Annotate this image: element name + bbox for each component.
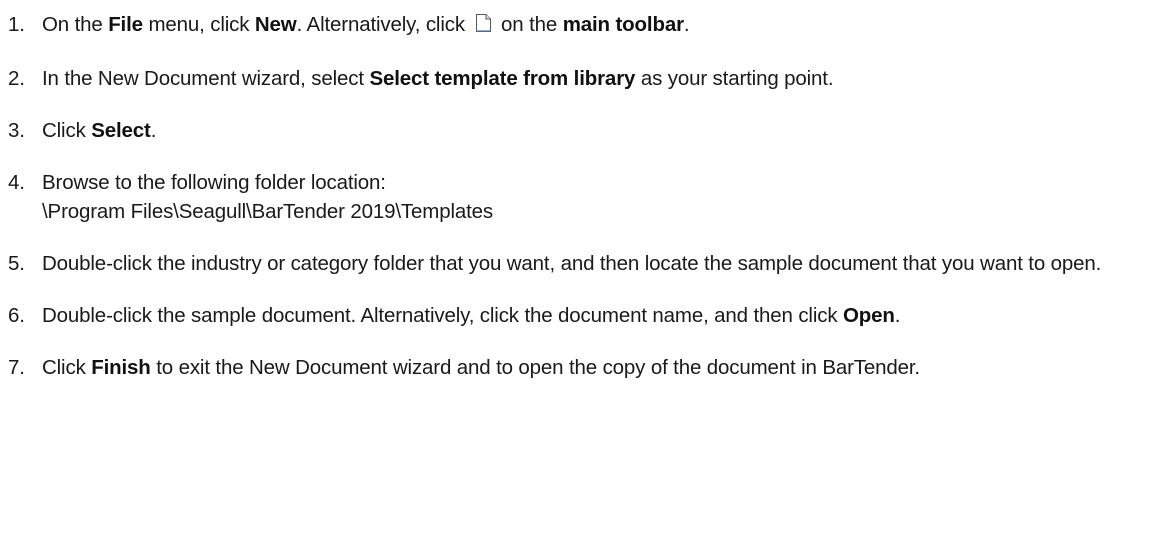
step-number: 2. <box>8 67 25 90</box>
step-5: 5. Double-click the industry or category… <box>8 249 1168 278</box>
command-name: New <box>254 13 297 36</box>
step-number: 5. <box>8 252 25 275</box>
step-3: 3. Click Select. <box>8 116 1168 145</box>
step-number: 6. <box>8 304 25 327</box>
step-1: 1. On the File menu, click New. Alternat… <box>8 10 1168 41</box>
button-name: Finish <box>91 356 151 379</box>
option-name: Select template from library <box>369 67 636 90</box>
new-document-icon <box>475 12 492 41</box>
folder-path: \Program Files\Seagull\BarTender 2019\Te… <box>42 200 494 223</box>
button-name: Select <box>91 119 151 142</box>
step-4: 4. Browse to the following folder locati… <box>8 168 1168 226</box>
toolbar-name: main toolbar <box>562 13 684 36</box>
button-name: Open <box>842 304 895 327</box>
instruction-steps: 1. On the File menu, click New. Alternat… <box>8 10 1168 405</box>
menu-name: File <box>108 13 143 36</box>
step-number: 7. <box>8 356 25 379</box>
step-2: 2. In the New Document wizard, select Se… <box>8 64 1168 93</box>
step-number: 1. <box>8 13 25 36</box>
step-6: 6. Double-click the sample document. Alt… <box>8 301 1168 330</box>
step-number: 4. <box>8 171 25 194</box>
step-7: 7. Click Finish to exit the New Document… <box>8 353 1168 382</box>
step-number: 3. <box>8 119 25 142</box>
